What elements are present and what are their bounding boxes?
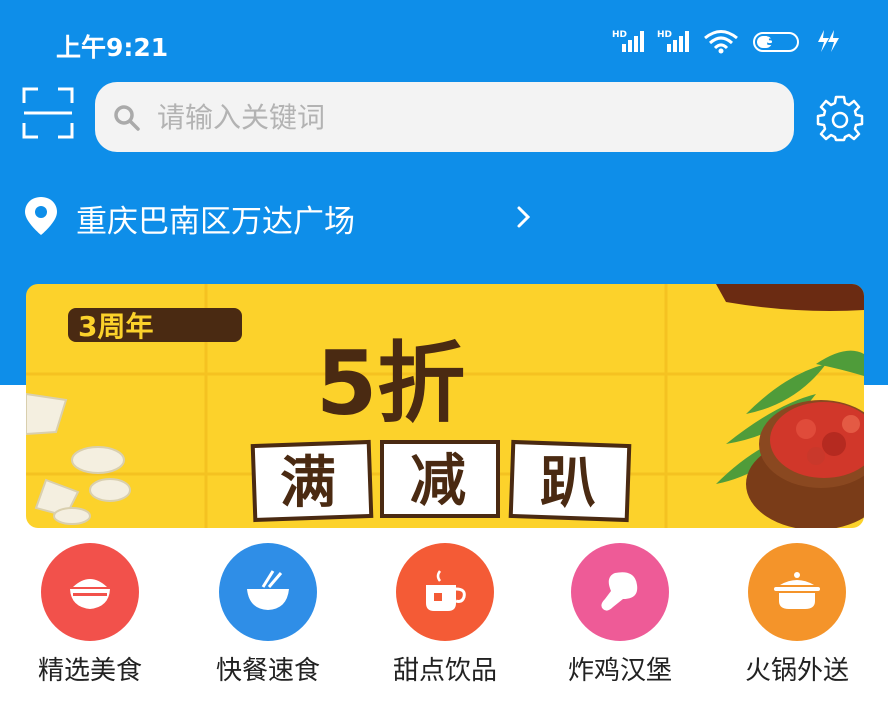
- drumstick-icon: [601, 572, 638, 611]
- noodle-bowl-icon: [247, 570, 289, 610]
- scan-icon[interactable]: [22, 87, 74, 139]
- hotpot-icon: [774, 572, 820, 609]
- promo-banner[interactable]: 3周年 5折 满 减 趴: [26, 284, 864, 528]
- search-icon: [114, 105, 140, 131]
- status-bar: 上午9:21 HD HD 35: [0, 0, 888, 80]
- category-icon-circle: [219, 543, 317, 641]
- category-item-0[interactable]: 精选美食: [15, 540, 165, 690]
- signal-icon: HD: [612, 30, 644, 52]
- category-label: 火锅外送: [744, 656, 849, 686]
- category-label: 甜点饮品: [392, 656, 497, 686]
- category-label: 炸鸡汉堡: [567, 656, 672, 686]
- status-time: 上午9:21: [56, 33, 169, 62]
- gear-icon[interactable]: [816, 95, 864, 143]
- chevron-right-icon: [517, 206, 531, 228]
- category-icon-circle: [41, 543, 139, 641]
- location-text: 重庆巴南区万达广场: [76, 204, 355, 240]
- banner-food-left: [26, 392, 131, 525]
- search-bar[interactable]: [95, 82, 794, 152]
- tea-cup-icon: [426, 570, 466, 611]
- charging-icon: [818, 30, 839, 52]
- banner-stripe: [716, 284, 864, 311]
- category-icon-circle: [571, 543, 669, 641]
- anniversary-badge: 3周年: [68, 308, 242, 343]
- wifi-icon: [704, 30, 738, 54]
- category-label: 精选美食: [37, 656, 142, 686]
- category-item-3[interactable]: 炸鸡汉堡: [545, 540, 695, 690]
- category-item-2[interactable]: 甜点饮品: [370, 540, 520, 690]
- location-selector[interactable]: 重庆巴南区万达广场: [24, 192, 544, 240]
- battery-indicator: 35: [753, 32, 799, 52]
- category-icon-circle: [748, 543, 846, 641]
- rice-bowl-icon: [70, 579, 110, 609]
- banner-headline: 5折: [316, 332, 465, 435]
- signal-icon-2: HD: [657, 30, 689, 52]
- category-label: 快餐速食: [215, 656, 320, 686]
- battery-level: 35: [766, 33, 786, 49]
- slogan-char-3: 趴: [540, 451, 596, 516]
- banner-slogan: 满 减 趴: [250, 439, 632, 523]
- category-grid: 精选美食 快餐速食 甜点饮品 炸鸡汉堡 火锅外送: [0, 540, 888, 702]
- location-pin-icon: [25, 197, 57, 235]
- search-input[interactable]: [157, 82, 757, 152]
- slogan-char-1: 满: [280, 451, 336, 516]
- badge-text: 3周年: [78, 310, 153, 343]
- category-item-1[interactable]: 快餐速食: [193, 540, 343, 690]
- signal-label-2: HD: [657, 30, 672, 40]
- category-icon-circle: [396, 543, 494, 641]
- category-item-4[interactable]: 火锅外送: [722, 540, 872, 690]
- signal-label-1: HD: [612, 30, 627, 40]
- slogan-char-2: 减: [410, 449, 466, 514]
- promo-banner-art: 3周年 5折 满 减 趴: [26, 284, 864, 528]
